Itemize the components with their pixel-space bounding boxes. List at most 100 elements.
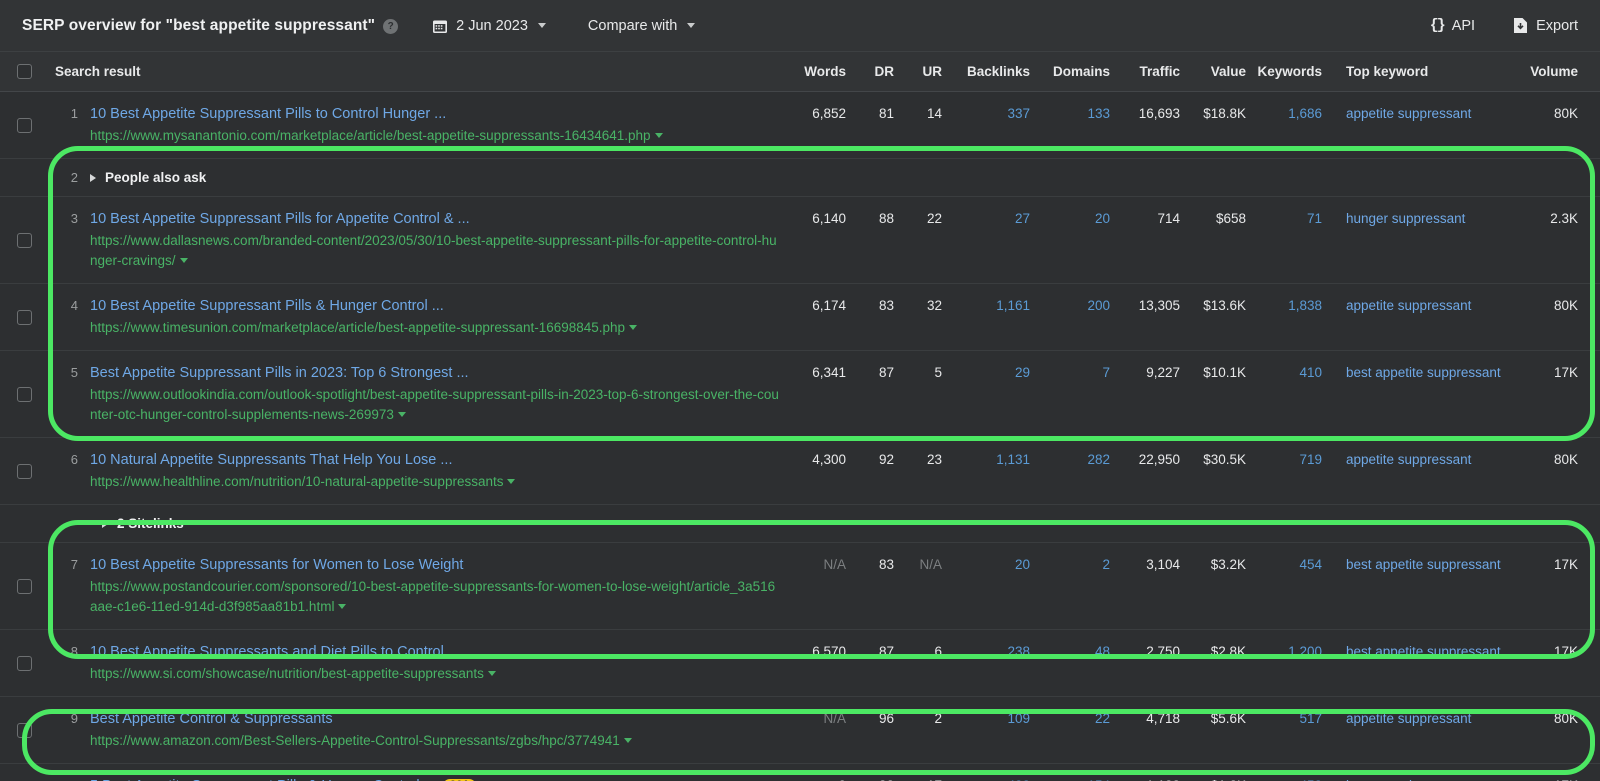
api-button[interactable]: {} API	[1430, 17, 1475, 34]
cell-domains[interactable]: 282	[1030, 438, 1110, 504]
result-title-link[interactable]: Best Appetite Suppressant Pills in 2023:…	[90, 365, 469, 381]
select-all-checkbox[interactable]	[16, 64, 32, 79]
chevron-down-icon[interactable]	[487, 671, 496, 676]
cell-top-keyword[interactable]: appetite suppressant	[1322, 438, 1508, 504]
cell-top-keyword[interactable]: best appetite suppressant	[1322, 351, 1508, 437]
date-picker[interactable]: 2 Jun 2023	[432, 18, 546, 34]
column-header-backlinks[interactable]: Backlinks	[942, 64, 1030, 79]
row-checkbox[interactable]	[16, 232, 32, 248]
result-url-link[interactable]: https://www.mysanantonio.com/marketplace…	[90, 126, 780, 146]
cell-top-keyword[interactable]: best appetite suppressant	[1322, 630, 1508, 696]
row-checkbox[interactable]	[16, 655, 32, 671]
cell-domains[interactable]: 200	[1030, 284, 1110, 350]
cell-top-keyword[interactable]: appetite suppressant	[1322, 697, 1508, 763]
row-checkbox[interactable]	[16, 386, 32, 402]
cell-keywords[interactable]: 410	[1246, 351, 1322, 437]
cell-top-keyword[interactable]: appetite suppressant	[1322, 92, 1508, 158]
row-checkbox[interactable]	[16, 309, 32, 325]
cell-backlinks[interactable]: 438	[942, 764, 1030, 781]
cell-top-keyword[interactable]: appetite suppressant	[1322, 284, 1508, 350]
column-header-value[interactable]: Value	[1180, 64, 1246, 79]
column-header-words[interactable]: Words	[780, 64, 846, 79]
row-checkbox[interactable]	[16, 117, 32, 133]
cell-keywords[interactable]: 454	[1246, 543, 1322, 629]
cell-traffic: 16,693	[1138, 106, 1180, 121]
result-title-wrap: 10 Best Appetite Suppressant Pills for A…	[90, 209, 780, 229]
result-title-link[interactable]: Best Appetite Control & Suppressants	[90, 711, 333, 727]
result-url-link[interactable]: https://www.amazon.com/Best-Sellers-Appe…	[90, 731, 780, 751]
cell-keywords[interactable]: 1,686	[1246, 92, 1322, 158]
column-header-volume[interactable]: Volume	[1508, 64, 1600, 79]
result-url-link[interactable]: https://www.outlookindia.com/outlook-spo…	[90, 385, 780, 425]
cell-top-keyword[interactable]: best appetite suppressant	[1322, 764, 1508, 781]
chevron-down-icon[interactable]	[338, 604, 347, 609]
column-header-dr[interactable]: DR	[846, 64, 895, 79]
cell-words: 6,140	[812, 211, 846, 226]
result-title-link[interactable]: 10 Best Appetite Suppressants and Diet P…	[90, 644, 460, 660]
cell-domains[interactable]: 154	[1030, 764, 1110, 781]
chevron-down-icon[interactable]	[397, 412, 406, 417]
cell-domains[interactable]: 2	[1030, 543, 1110, 629]
cell-top-keyword[interactable]: hunger suppressant	[1322, 197, 1508, 283]
cell-domains[interactable]: 7	[1030, 351, 1110, 437]
cell-domains[interactable]: 20	[1030, 197, 1110, 283]
help-icon[interactable]: ?	[383, 19, 399, 34]
result-url-link[interactable]: https://www.si.com/showcase/nutrition/be…	[90, 664, 780, 684]
column-header-keywords[interactable]: Keywords	[1246, 64, 1322, 79]
cell-value: $658	[1215, 211, 1246, 226]
cell-keywords[interactable]: 719	[1246, 438, 1322, 504]
cell-top-keyword[interactable]: best appetite suppressant	[1322, 543, 1508, 629]
chevron-down-icon[interactable]	[629, 325, 638, 330]
result-title-wrap: 10 Best Appetite Suppressant Pills & Hun…	[90, 296, 780, 316]
result-url-link[interactable]: https://www.postandcourier.com/sponsored…	[90, 577, 780, 617]
result-title-link[interactable]: 10 Best Appetite Suppressant Pills for A…	[90, 211, 470, 227]
cell-words: 6,341	[812, 365, 846, 380]
cell-keywords[interactable]: 1,200	[1246, 630, 1322, 696]
cell-ur: 2	[934, 711, 942, 726]
row-checkbox[interactable]	[16, 722, 32, 738]
result-title-link[interactable]: 10 Best Appetite Suppressant Pills to Co…	[90, 106, 446, 122]
cell-keywords[interactable]: 458	[1246, 764, 1322, 781]
cell-backlinks[interactable]: 337	[942, 92, 1030, 158]
result-url-link[interactable]: https://www.timesunion.com/marketplace/a…	[90, 318, 780, 338]
cell-keywords[interactable]: 71	[1246, 197, 1322, 283]
cell-traffic: 714	[1157, 211, 1180, 226]
cell-domains[interactable]: 22	[1030, 697, 1110, 763]
result-title-link[interactable]: 10 Natural Appetite Suppressants That He…	[90, 452, 452, 468]
sitelinks-toggle[interactable]: 2 Sitelinks	[78, 516, 184, 531]
column-header-ur[interactable]: UR	[894, 64, 943, 79]
cell-dr: 88	[878, 211, 894, 226]
chevron-down-icon	[687, 23, 696, 28]
cell-backlinks[interactable]: 29	[942, 351, 1030, 437]
row-checkbox[interactable]	[16, 578, 32, 594]
cell-keywords[interactable]: 1,838	[1246, 284, 1322, 350]
compare-with-dropdown[interactable]: Compare with	[588, 18, 696, 34]
column-header-domains[interactable]: Domains	[1030, 64, 1110, 79]
chevron-down-icon[interactable]	[654, 133, 663, 138]
result-title-wrap: 10 Best Appetite Suppressant Pills to Co…	[90, 104, 780, 124]
column-header-search-result[interactable]: Search result	[48, 64, 780, 79]
row-checkbox[interactable]	[16, 463, 32, 479]
export-button[interactable]: Export	[1513, 17, 1578, 34]
result-title-link[interactable]: 10 Best Appetite Suppressant Pills & Hun…	[90, 298, 444, 314]
cell-backlinks[interactable]: 1,131	[942, 438, 1030, 504]
cell-dr: 83	[878, 298, 894, 313]
cell-backlinks[interactable]: 27	[942, 197, 1030, 283]
chevron-down-icon[interactable]	[623, 738, 632, 743]
people-also-ask-toggle[interactable]: People also ask	[78, 170, 206, 185]
cell-keywords[interactable]: 517	[1246, 697, 1322, 763]
cell-backlinks[interactable]: 238	[942, 630, 1030, 696]
result-url-link[interactable]: https://www.dallasnews.com/branded-conte…	[90, 231, 780, 271]
cell-dr: 92	[878, 452, 894, 467]
chevron-down-icon[interactable]	[507, 479, 516, 484]
result-title-link[interactable]: 10 Best Appetite Suppressants for Women …	[90, 557, 463, 573]
cell-backlinks[interactable]: 20	[942, 543, 1030, 629]
result-url-link[interactable]: https://www.healthline.com/nutrition/10-…	[90, 472, 780, 492]
cell-domains[interactable]: 133	[1030, 92, 1110, 158]
chevron-down-icon[interactable]	[179, 258, 188, 263]
cell-domains[interactable]: 48	[1030, 630, 1110, 696]
column-header-traffic[interactable]: Traffic	[1110, 64, 1180, 79]
column-header-top-keyword[interactable]: Top keyword	[1322, 64, 1508, 79]
cell-backlinks[interactable]: 1,161	[942, 284, 1030, 350]
cell-backlinks[interactable]: 109	[942, 697, 1030, 763]
